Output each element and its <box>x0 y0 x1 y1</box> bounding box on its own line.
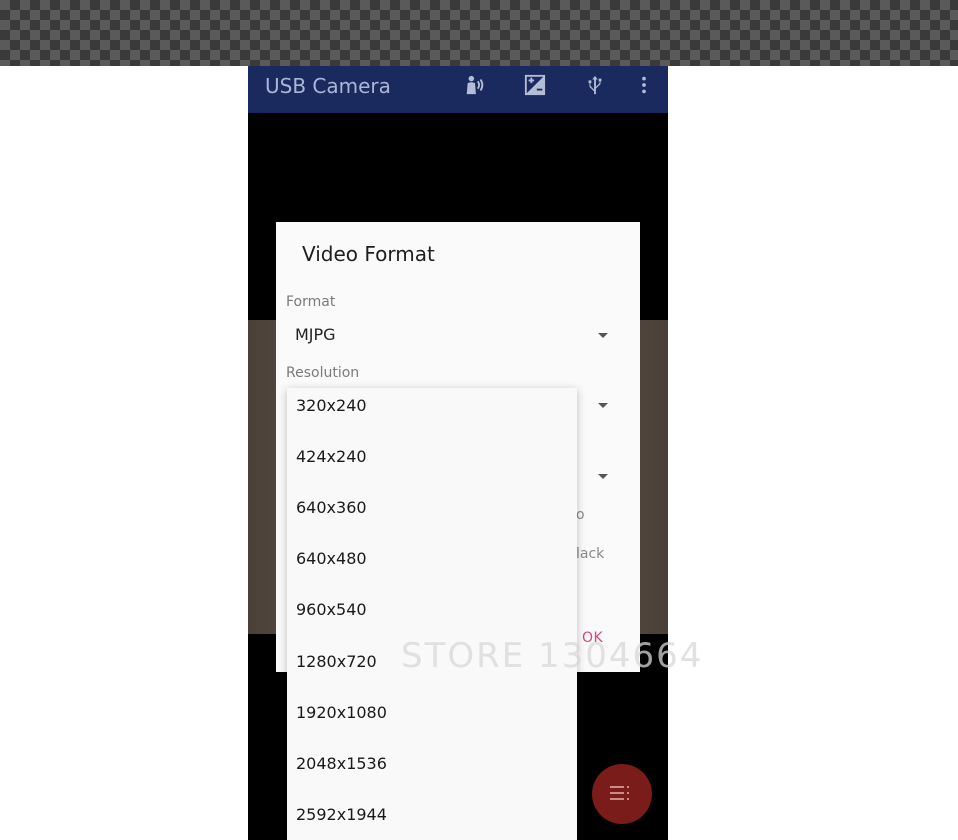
exposure-icon[interactable] <box>524 74 546 96</box>
floating-action-button[interactable] <box>592 764 652 824</box>
partial-option-text-2: lack <box>576 546 605 562</box>
format-select[interactable]: MJPG <box>295 325 336 344</box>
partial-option-text: o <box>576 507 585 523</box>
usb-icon[interactable] <box>584 74 606 96</box>
transparent-background <box>0 0 958 66</box>
third-dropdown-arrow-icon[interactable] <box>598 474 608 479</box>
voice-icon[interactable] <box>464 74 486 96</box>
resolution-dropdown-arrow-icon[interactable] <box>598 403 608 408</box>
dialog-title: Video Format <box>302 242 435 266</box>
app-bar: USB Camera <box>248 66 668 113</box>
list-item-resolution[interactable]: 1920x1080 <box>296 703 387 722</box>
list-menu-icon <box>610 786 629 800</box>
format-dropdown-arrow-icon[interactable] <box>598 333 608 338</box>
more-vert-icon[interactable] <box>633 74 655 96</box>
list-item-resolution[interactable]: 2048x1536 <box>296 754 387 773</box>
resolution-label: Resolution <box>286 365 360 381</box>
app-title: USB Camera <box>265 74 391 98</box>
list-item-resolution[interactable]: 320x240 <box>296 396 367 415</box>
list-item-resolution[interactable]: 640x360 <box>296 498 367 517</box>
store-watermark: STORE 1304664 <box>401 636 704 676</box>
list-item-resolution[interactable]: 2592x1944 <box>296 805 387 824</box>
resolution-dropdown-list: 320x240 424x240 640x360 640x480 960x540 … <box>287 388 577 840</box>
list-item-resolution[interactable]: 1280x720 <box>296 652 377 671</box>
list-item-resolution[interactable]: 640x480 <box>296 549 367 568</box>
list-item-resolution[interactable]: 960x540 <box>296 600 367 619</box>
format-label: Format <box>286 294 336 310</box>
list-item-resolution[interactable]: 424x240 <box>296 447 367 466</box>
